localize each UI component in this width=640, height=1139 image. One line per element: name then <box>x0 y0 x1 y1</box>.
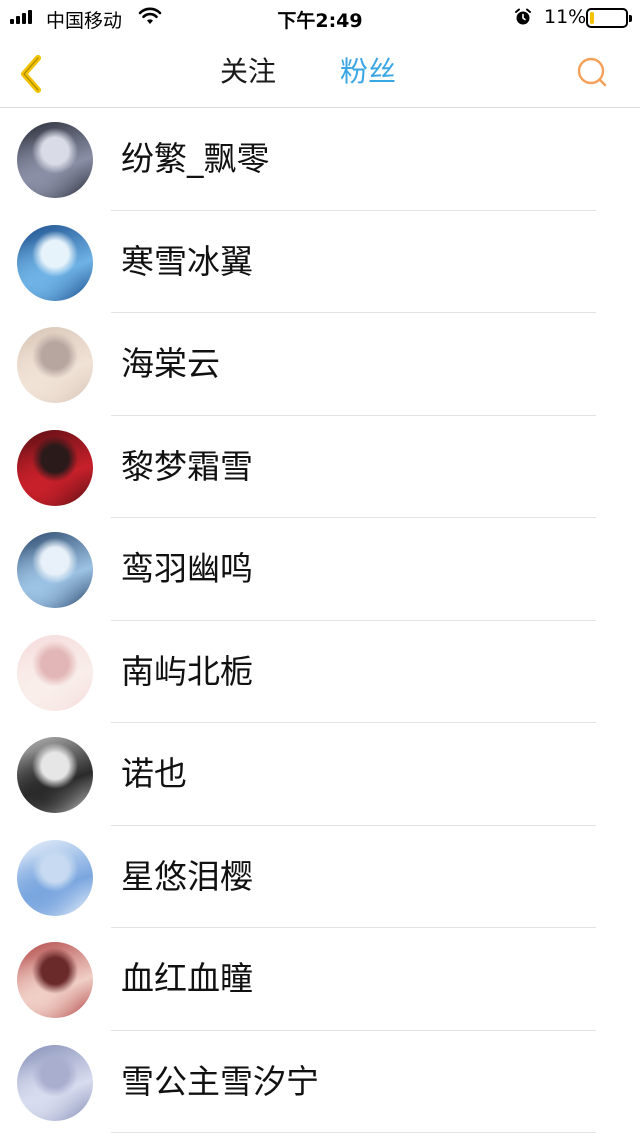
battery-fill <box>590 12 594 24</box>
battery-percent: 11% <box>544 6 587 28</box>
back-button[interactable] <box>14 52 50 96</box>
chevron-left-icon <box>21 55 41 93</box>
fan-list-item[interactable]: 纷繁_飘零 <box>0 108 640 211</box>
fan-name: 星悠泪樱 <box>121 856 253 896</box>
search-button[interactable] <box>574 54 610 90</box>
avatar[interactable] <box>17 942 93 1018</box>
fan-name: 寒雪冰翼 <box>121 241 253 281</box>
avatar[interactable] <box>17 429 93 506</box>
avatar[interactable] <box>17 327 93 403</box>
battery-icon <box>586 8 632 28</box>
row-divider <box>111 1132 596 1133</box>
fan-list-item[interactable]: 雪公主雪汐宁 <box>0 1031 640 1133</box>
status-bar: 中国移动 下午2:49 11% <box>0 0 640 36</box>
fan-list-item[interactable]: 诺也 <box>0 723 640 826</box>
avatar[interactable] <box>17 1044 93 1121</box>
tab-following[interactable]: 关注 <box>220 54 276 90</box>
avatar[interactable] <box>17 532 93 608</box>
fan-list-item[interactable]: 星悠泪樱 <box>0 826 640 928</box>
fan-list-item[interactable]: 黎梦霜雪 <box>0 416 640 518</box>
alarm-icon <box>515 8 531 25</box>
fan-name: 黎梦霜雪 <box>121 446 253 486</box>
fan-list-item[interactable]: 海棠云 <box>0 313 640 416</box>
avatar[interactable] <box>17 839 93 916</box>
fan-list-item[interactable]: 寒雪冰翼 <box>0 211 640 313</box>
avatar[interactable] <box>17 634 93 711</box>
avatar[interactable] <box>17 737 93 813</box>
fan-name: 雪公主雪汐宁 <box>121 1061 319 1101</box>
fan-name: 鸾羽幽鸣 <box>121 549 253 588</box>
fan-name: 海棠云 <box>121 344 220 383</box>
fan-list-item[interactable]: 南屿北栀 <box>0 621 640 723</box>
fan-list-item[interactable]: 血红血瞳 <box>0 928 640 1031</box>
avatar[interactable] <box>17 122 93 198</box>
avatar[interactable] <box>17 224 93 301</box>
tab-fans[interactable]: 粉丝 <box>340 54 396 90</box>
nav-bar: 关注 粉丝 <box>0 36 640 108</box>
fan-name: 南屿北栀 <box>121 651 253 691</box>
fan-name: 诺也 <box>121 754 187 793</box>
fan-list: 纷繁_飘零寒雪冰翼海棠云黎梦霜雪鸾羽幽鸣南屿北栀诺也星悠泪樱血红血瞳雪公主雪汐宁 <box>0 108 640 1133</box>
fan-name: 纷繁_飘零 <box>121 139 270 178</box>
fan-list-item[interactable]: 鸾羽幽鸣 <box>0 518 640 621</box>
fan-name: 血红血瞳 <box>121 959 253 998</box>
search-icon <box>577 57 607 87</box>
